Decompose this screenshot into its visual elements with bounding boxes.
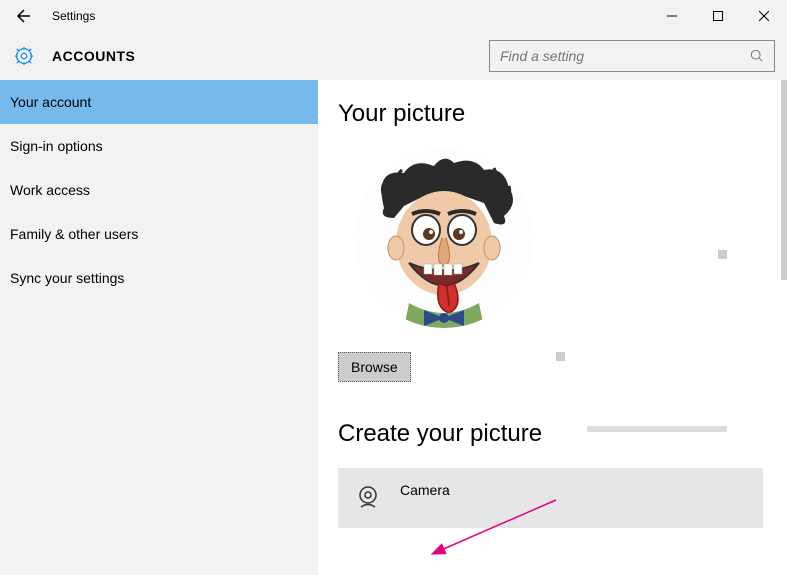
sidebar-item-signin-options[interactable]: Sign-in options [0,124,318,168]
sidebar-item-sync-settings[interactable]: Sync your settings [0,256,318,300]
browse-button[interactable]: Browse [338,352,411,382]
create-picture-heading: Create your picture [338,420,763,448]
sidebar: Your account Sign-in options Work access… [0,80,318,575]
search-icon [750,49,764,63]
page-title: ACCOUNTS [52,48,135,64]
close-icon [759,11,769,21]
close-button[interactable] [741,0,787,32]
search-box[interactable] [489,40,775,72]
sidebar-item-label: Sign-in options [10,138,103,154]
minimize-icon [667,11,677,21]
back-button[interactable] [0,0,48,32]
vertical-scrollbar[interactable] [781,80,787,280]
account-picture [354,148,534,328]
sidebar-item-work-access[interactable]: Work access [0,168,318,212]
minimize-button[interactable] [649,0,695,32]
back-arrow-icon [16,8,32,24]
thumbnail-scrollbar[interactable] [587,426,727,432]
picture-thumbnail-placeholder [718,250,727,259]
sidebar-item-label: Family & other users [10,226,138,242]
picture-thumbnail-placeholder [556,352,565,361]
camera-icon [354,484,382,512]
sidebar-item-family-users[interactable]: Family & other users [0,212,318,256]
sidebar-item-label: Your account [10,94,91,110]
maximize-icon [713,11,723,21]
settings-gear-icon[interactable] [12,44,36,68]
sidebar-item-label: Sync your settings [10,270,124,286]
search-input[interactable] [500,48,750,64]
camera-label: Camera [400,482,450,498]
camera-tile[interactable]: Camera [338,468,763,528]
window-title: Settings [52,9,95,23]
sidebar-item-your-account[interactable]: Your account [0,80,318,124]
maximize-button[interactable] [695,0,741,32]
your-picture-heading: Your picture [338,100,763,128]
sidebar-item-label: Work access [10,182,90,198]
main-content: Your picture [318,80,787,575]
browse-label: Browse [351,359,398,375]
